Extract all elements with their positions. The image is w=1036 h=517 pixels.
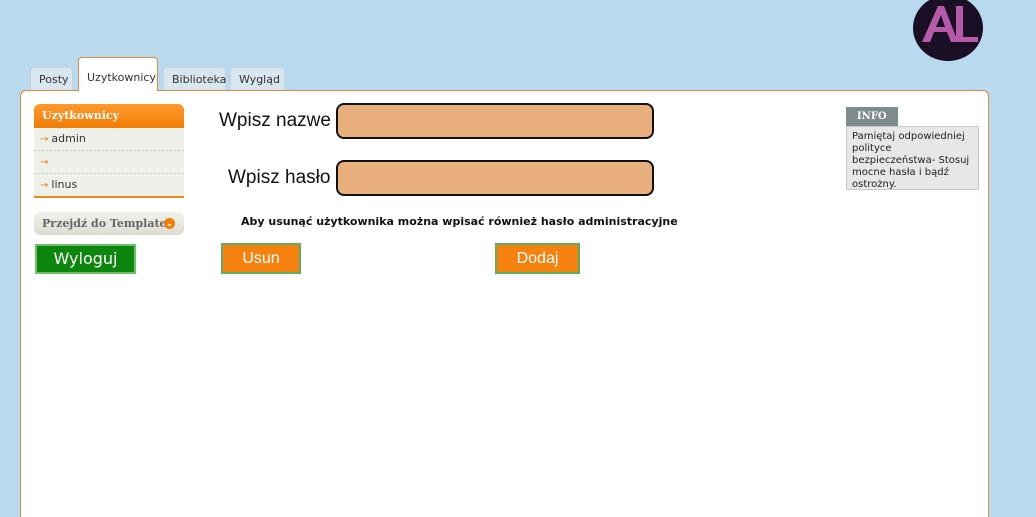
name-label: Wpisz nazwe [219, 110, 331, 131]
user-list-menu: Uzytkownicy → admin → → linus [34, 104, 184, 198]
logo [912, 0, 984, 62]
user-list-header: Uzytkownicy [34, 104, 184, 128]
delete-user-button[interactable]: Usun [221, 243, 301, 274]
name-input[interactable] [336, 103, 654, 139]
add-user-button[interactable]: Dodaj [495, 243, 580, 274]
logo-image [913, 0, 983, 61]
user-list-item-label: admin [51, 132, 86, 145]
arrow-right-icon: → [40, 134, 49, 145]
delete-hint-text: Aby usunąć użytkownika można wpisać równ… [241, 215, 678, 228]
user-list-item-empty[interactable]: → [34, 151, 184, 174]
tab-uzytkownicy[interactable]: Uzytkownicy [78, 57, 158, 91]
password-input[interactable] [336, 160, 654, 196]
tab-biblioteka[interactable]: Biblioteka [163, 67, 226, 91]
info-text: Pamiętaj odpowiedniej polityce bezpiecze… [846, 126, 979, 190]
arrow-right-icon: → [40, 157, 49, 168]
chevron-down-icon: ⌄ [164, 218, 175, 229]
info-title: INFO [846, 107, 898, 126]
go-to-template-label: Przejdź do Template [42, 217, 167, 230]
logout-button[interactable]: Wyloguj [35, 244, 136, 274]
arrow-right-icon: → [40, 180, 49, 191]
password-label: Wpisz hasło [228, 167, 331, 188]
user-list-item-linus[interactable]: → linus [34, 174, 184, 196]
info-box: INFO Pamiętaj odpowiedniej polityce bezp… [846, 104, 979, 190]
tab-posty[interactable]: Posty [30, 67, 73, 91]
go-to-template-button[interactable]: Przejdź do Template ⌄ [34, 212, 184, 235]
user-list-item-label: linus [51, 178, 78, 191]
tab-wyglad[interactable]: Wygląd [230, 67, 285, 91]
user-list-item-admin[interactable]: → admin [34, 128, 184, 151]
